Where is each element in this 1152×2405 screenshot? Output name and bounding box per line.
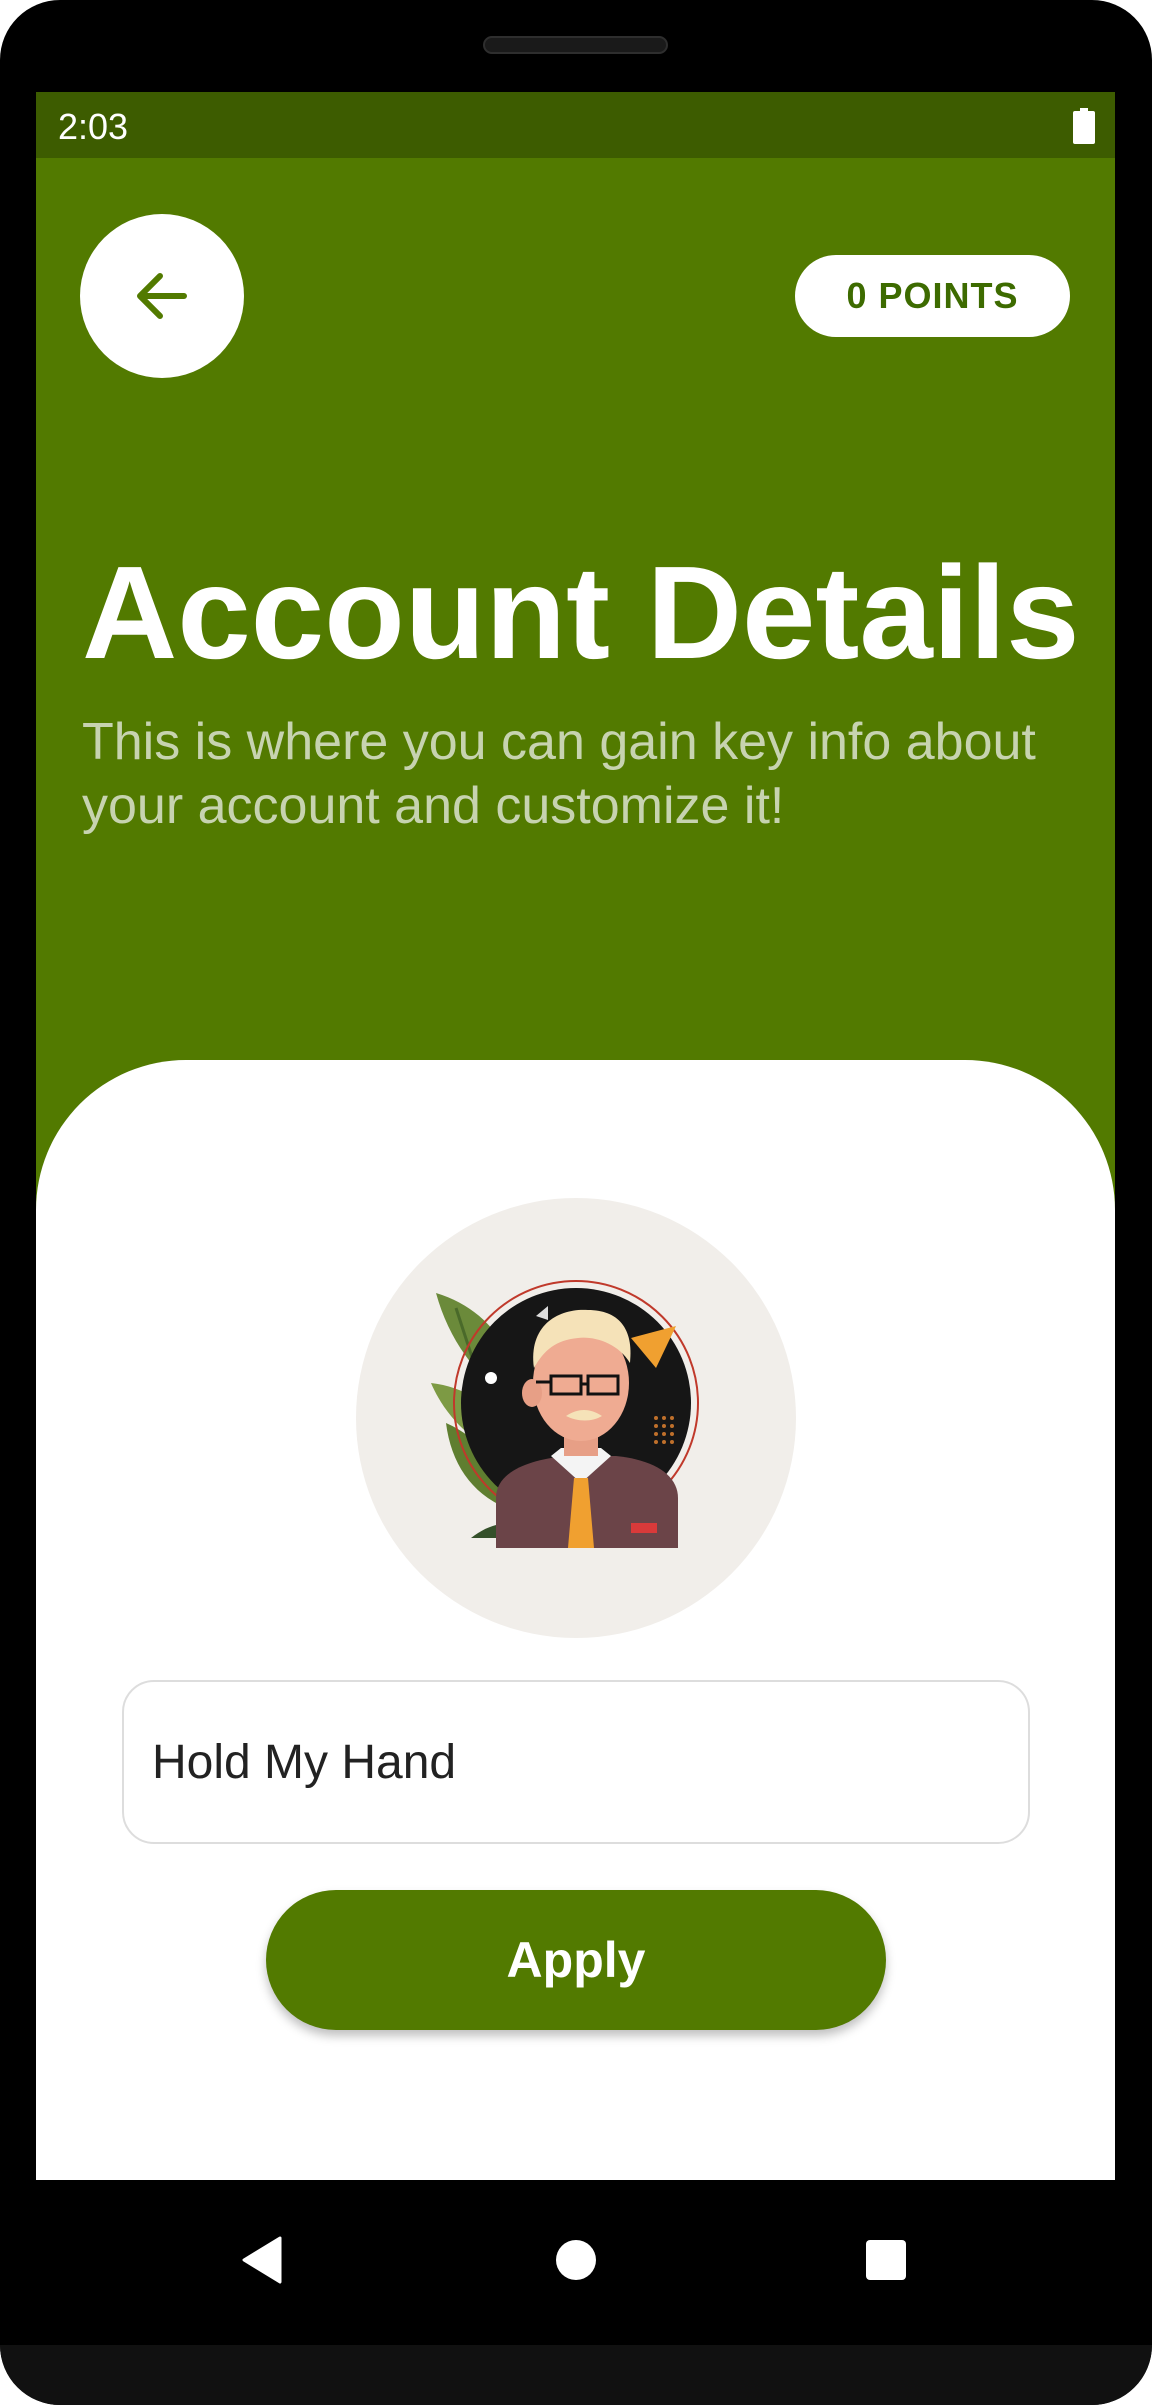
- avatar[interactable]: [356, 1198, 796, 1638]
- nav-home-circle-icon: [556, 2240, 596, 2280]
- battery-full-icon: [1073, 108, 1095, 144]
- nav-home-button[interactable]: [536, 2220, 616, 2300]
- page-subtitle: This is where you can gain key info abou…: [82, 713, 1036, 835]
- apply-button[interactable]: Apply: [266, 1890, 886, 2030]
- nav-recents-button[interactable]: [846, 2220, 926, 2300]
- nav-back-triangle-icon: [242, 2236, 282, 2284]
- status-time: 2:03: [58, 106, 129, 147]
- bottom-bezel: [0, 2345, 1152, 2405]
- page-title: Account Details: [82, 539, 1080, 686]
- name-input[interactable]: [122, 1680, 1030, 1844]
- app-screen: 2:03 0 POINTS Account Details This is wh…: [36, 92, 1115, 2180]
- back-button[interactable]: [80, 214, 244, 378]
- speaker-grille: [483, 36, 668, 54]
- nav-back-button[interactable]: [222, 2220, 302, 2300]
- system-nav-bar: [0, 2180, 1152, 2340]
- points-badge[interactable]: 0 POINTS: [795, 255, 1070, 337]
- avatar-illustration: [431, 1280, 699, 1548]
- nav-recents-square-icon: [866, 2240, 906, 2280]
- account-card: Apply: [36, 1060, 1115, 2180]
- device-frame: 2:03 0 POINTS Account Details This is wh…: [0, 0, 1152, 2405]
- arrow-left-icon: [137, 273, 187, 319]
- status-bar: 2:03: [36, 92, 1115, 158]
